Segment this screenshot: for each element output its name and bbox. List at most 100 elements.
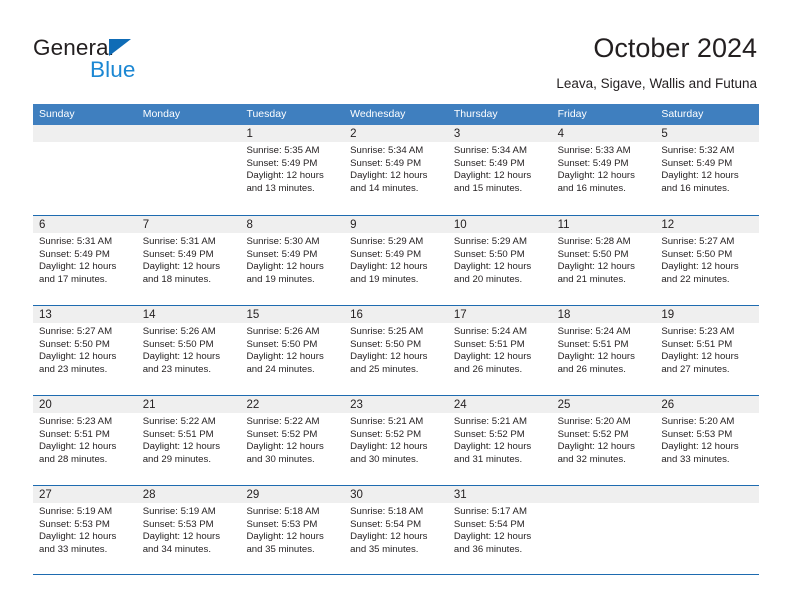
sunset-text: Sunset: 5:53 PM <box>142 518 214 530</box>
daylight-text-line1: Daylight: 12 hours <box>246 170 324 182</box>
daylight-text-line2: and 28 minutes. <box>39 453 108 465</box>
day-number-band <box>240 125 345 142</box>
daylight-text-line2: and 13 minutes. <box>246 182 315 194</box>
sunset-text: Sunset: 5:54 PM <box>350 518 422 530</box>
sunset-text: Sunset: 5:49 PM <box>350 157 422 169</box>
day-number-band <box>447 125 552 142</box>
calendar-day-cell[interactable]: 20 Sunrise: 5:23 AM Sunset: 5:51 PM Dayligh… <box>33 396 137 485</box>
day-number: 29 <box>246 489 260 501</box>
daylight-text-line1: Daylight: 12 hours <box>350 351 428 363</box>
calendar-day-cell[interactable]: 23 Sunrise: 5:21 AM Sunset: 5:52 PM Dayligh… <box>344 396 448 485</box>
sunrise-text: Sunrise: 5:29 AM <box>453 236 527 247</box>
day-sun-info: Sunrise: 5:26 AM Sunset: 5:50 PM Daylight:… <box>240 323 344 376</box>
day-number: 22 <box>246 399 260 411</box>
calendar-day-cell[interactable]: 14 Sunrise: 5:26 AM Sunset: 5:50 PM Dayligh… <box>136 306 241 395</box>
calendar-day-cell[interactable]: 30 Sunrise: 5:18 AM Sunset: 5:54 PM Dayligh… <box>344 486 448 574</box>
sunset-text: Sunset: 5:49 PM <box>557 157 629 169</box>
calendar-day-cell[interactable]: 16 Sunrise: 5:25 AM Sunset: 5:50 PM Dayligh… <box>344 306 448 395</box>
sunset-text: Sunset: 5:49 PM <box>661 157 733 169</box>
calendar-day-cell[interactable]: 17 Sunrise: 5:24 AM Sunset: 5:51 PM Dayligh… <box>447 306 552 395</box>
weekday-header-thursday: Thursday <box>453 108 498 120</box>
calendar-day-cell[interactable]: 3 Sunrise: 5:34 AM Sunset: 5:49 PM Daylight… <box>447 125 552 215</box>
sunrise-text: Sunrise: 5:30 AM <box>246 236 320 247</box>
daylight-text-line2: and 31 minutes. <box>453 453 523 465</box>
day-number-band <box>33 216 137 233</box>
calendar-day-cell[interactable]: 18 Sunrise: 5:24 AM Sunset: 5:51 PM Dayligh… <box>551 306 656 395</box>
calendar-day-cell[interactable]: 6 Sunrise: 5:31 AM Sunset: 5:49 PM Daylight… <box>33 216 137 305</box>
day-number-band <box>344 216 448 233</box>
calendar-week-row: 27 Sunrise: 5:19 AM Sunset: 5:53 PM Dayligh… <box>33 485 760 575</box>
sunrise-text: Sunrise: 5:27 AM <box>39 326 113 337</box>
sunrise-text: Sunrise: 5:29 AM <box>350 236 424 247</box>
calendar-day-cell[interactable]: 28 Sunrise: 5:19 AM Sunset: 5:53 PM Dayligh… <box>136 486 241 574</box>
daylight-text-line2: and 22 minutes. <box>661 273 730 285</box>
day-number: 26 <box>661 399 675 411</box>
daylight-text-line1: Daylight: 12 hours <box>453 441 532 453</box>
calendar-day-cell[interactable]: 19 Sunrise: 5:23 AM Sunset: 5:51 PM Dayligh… <box>655 306 760 395</box>
calendar-day-cell[interactable]: 5 Sunrise: 5:32 AM Sunset: 5:49 PM Daylight… <box>655 125 760 215</box>
calendar-day-cell[interactable]: 26 Sunrise: 5:20 AM Sunset: 5:53 PM Dayligh… <box>655 396 760 485</box>
sunrise-text: Sunrise: 5:20 AM <box>661 416 735 427</box>
calendar-day-cell[interactable]: 22 Sunrise: 5:22 AM Sunset: 5:52 PM Dayligh… <box>240 396 345 485</box>
calendar-day-cell[interactable]: 11 Sunrise: 5:28 AM Sunset: 5:50 PM Dayligh… <box>551 216 656 305</box>
day-sun-info: Sunrise: 5:22 AM Sunset: 5:51 PM Daylight:… <box>137 413 241 466</box>
sunrise-text: Sunrise: 5:17 AM <box>453 506 527 517</box>
calendar-day-cell[interactable]: 31 Sunrise: 5:17 AM Sunset: 5:54 PM Dayligh… <box>447 486 552 574</box>
calendar-day-cell-empty <box>136 125 241 215</box>
day-number: 11 <box>557 219 570 231</box>
day-number: 15 <box>246 309 260 321</box>
daylight-text-line2: and 21 minutes. <box>557 273 626 285</box>
calendar-day-cell[interactable]: 21 Sunrise: 5:22 AM Sunset: 5:51 PM Dayligh… <box>136 396 241 485</box>
calendar-day-cell[interactable]: 15 Sunrise: 5:26 AM Sunset: 5:50 PM Dayligh… <box>240 306 345 395</box>
daylight-text-line2: and 29 minutes. <box>142 453 211 465</box>
calendar-day-cell[interactable]: 9 Sunrise: 5:29 AM Sunset: 5:49 PM Daylight… <box>344 216 448 305</box>
calendar-day-cell[interactable]: 8 Sunrise: 5:30 AM Sunset: 5:49 PM Daylight… <box>240 216 345 305</box>
sunset-text: Sunset: 5:51 PM <box>453 338 525 350</box>
day-number: 16 <box>350 309 363 321</box>
calendar-day-cell[interactable]: 7 Sunrise: 5:31 AM Sunset: 5:49 PM Daylight… <box>136 216 241 305</box>
calendar-day-cell[interactable]: 13 Sunrise: 5:27 AM Sunset: 5:50 PM Dayligh… <box>33 306 137 395</box>
day-number-band <box>136 125 241 142</box>
day-number: 5 <box>661 128 668 140</box>
calendar-day-cell[interactable]: 29 Sunrise: 5:18 AM Sunset: 5:53 PM Dayligh… <box>240 486 345 574</box>
daylight-text-line2: and 25 minutes. <box>350 363 419 375</box>
calendar-day-cell[interactable]: 1 Sunrise: 5:35 AM Sunset: 5:49 PM Daylight… <box>240 125 345 215</box>
sunrise-text: Sunrise: 5:22 AM <box>246 416 320 427</box>
day-sun-info: Sunrise: 5:27 AM Sunset: 5:50 PM Daylight:… <box>33 323 137 376</box>
calendar-day-cell[interactable]: 2 Sunrise: 5:34 AM Sunset: 5:49 PM Daylight… <box>344 125 448 215</box>
daylight-text-line1: Daylight: 12 hours <box>246 261 324 273</box>
day-number-band <box>33 125 137 142</box>
sunset-text: Sunset: 5:53 PM <box>39 518 110 530</box>
daylight-text-line1: Daylight: 12 hours <box>142 351 221 363</box>
daylight-text-line2: and 33 minutes. <box>39 543 108 555</box>
day-sun-info: Sunrise: 5:17 AM Sunset: 5:54 PM Daylight:… <box>448 503 552 556</box>
day-number: 6 <box>39 219 46 231</box>
sunset-text: Sunset: 5:50 PM <box>142 338 214 350</box>
day-number: 2 <box>350 128 357 140</box>
calendar-week-row: 6 Sunrise: 5:31 AM Sunset: 5:49 PM Daylight… <box>33 215 760 305</box>
daylight-text-line2: and 24 minutes. <box>246 363 315 375</box>
calendar-day-cell[interactable]: 4 Sunrise: 5:33 AM Sunset: 5:49 PM Daylight… <box>551 125 656 215</box>
day-sun-info: Sunrise: 5:30 AM Sunset: 5:49 PM Daylight:… <box>240 233 344 286</box>
page-title: October 2024 <box>593 33 757 63</box>
calendar-day-cell[interactable]: 25 Sunrise: 5:20 AM Sunset: 5:52 PM Dayligh… <box>551 396 656 485</box>
daylight-text-line1: Daylight: 12 hours <box>557 441 635 453</box>
sunrise-text: Sunrise: 5:33 AM <box>557 145 631 156</box>
day-sun-info: Sunrise: 5:21 AM Sunset: 5:52 PM Daylight:… <box>448 413 552 466</box>
calendar-day-cell[interactable]: 27 Sunrise: 5:19 AM Sunset: 5:53 PM Dayligh… <box>33 486 137 574</box>
daylight-text-line2: and 36 minutes. <box>453 543 523 555</box>
day-sun-info: Sunrise: 5:20 AM Sunset: 5:53 PM Daylight:… <box>655 413 759 466</box>
daylight-text-line2: and 19 minutes. <box>246 273 315 285</box>
day-number: 21 <box>142 399 156 411</box>
day-number: 25 <box>557 399 571 411</box>
daylight-text-line1: Daylight: 12 hours <box>661 261 739 273</box>
daylight-text-line1: Daylight: 12 hours <box>661 170 739 182</box>
calendar-day-cell[interactable]: 10 Sunrise: 5:29 AM Sunset: 5:50 PM Dayligh… <box>447 216 552 305</box>
calendar-day-cell[interactable]: 24 Sunrise: 5:21 AM Sunset: 5:52 PM Dayligh… <box>447 396 552 485</box>
day-number: 28 <box>142 489 156 501</box>
day-number: 3 <box>453 128 461 140</box>
daylight-text-line1: Daylight: 12 hours <box>246 351 324 363</box>
calendar-day-cell[interactable]: 12 Sunrise: 5:27 AM Sunset: 5:50 PM Dayligh… <box>655 216 760 305</box>
sunrise-text: Sunrise: 5:26 AM <box>142 326 216 337</box>
sunset-text: Sunset: 5:51 PM <box>557 338 629 350</box>
